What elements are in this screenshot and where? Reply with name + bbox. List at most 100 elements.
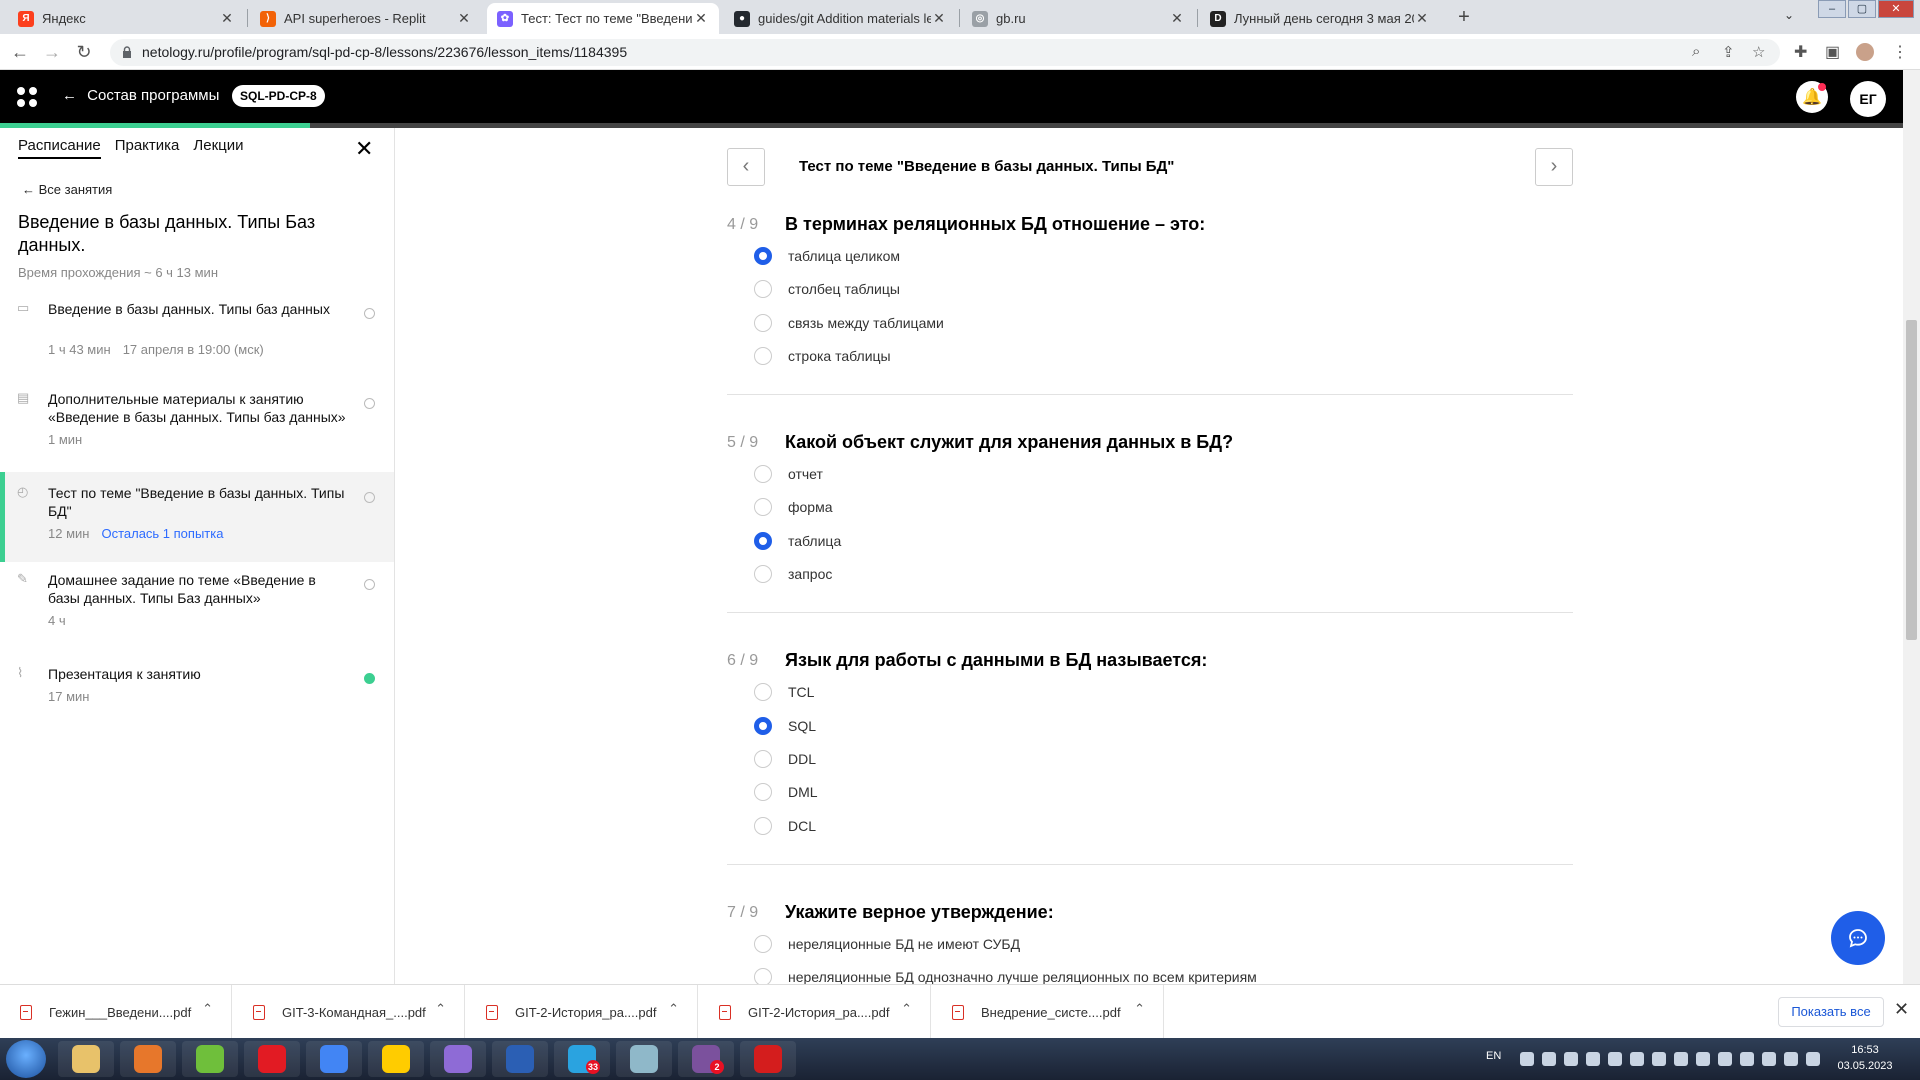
next-item-button[interactable]: › [1535,148,1573,186]
chevron-up-icon[interactable]: ⌃ [1134,1001,1145,1017]
notepad-taskbar-icon[interactable] [616,1041,672,1077]
all-lessons-link[interactable]: ← Все занятия [22,182,112,197]
download-item[interactable]: GIT-3-Командная_....pdf ⌃ [233,985,465,1039]
answer-option[interactable]: форма [754,497,833,517]
tab-schedule[interactable]: Расписание [18,137,101,159]
answer-option[interactable]: таблица [754,531,841,551]
explorer-taskbar-icon[interactable] [58,1041,114,1077]
lesson-item[interactable]: ⌇ Презентация к занятию 17 мин [0,653,394,713]
back-icon[interactable]: ← [8,40,32,64]
radio-button[interactable] [754,247,772,265]
tab-close-icon[interactable]: ✕ [456,10,472,27]
chevron-up-icon[interactable]: ⌃ [668,1001,679,1017]
system-tray-icon[interactable] [1806,1052,1820,1066]
answer-option[interactable]: связь между таблицами [754,313,944,333]
zoom-icon[interactable]: ⌕ [1692,43,1700,60]
system-tray-icon[interactable] [1564,1052,1578,1066]
chrome-taskbar-icon[interactable] [306,1041,362,1077]
show-all-downloads-button[interactable]: Показать все [1778,997,1884,1027]
browser-tab[interactable]: ● guides/git Addition materials les ✕ [724,3,957,34]
download-item[interactable]: GIT-2-История_ра....pdf ⌃ [466,985,698,1039]
lesson-item[interactable]: ◴ Тест по теме "Введение в базы данных. Т… [0,472,394,562]
system-tray-icon[interactable] [1674,1052,1688,1066]
reload-icon[interactable]: ↻ [72,40,96,64]
scrollbar-thumb[interactable] [1906,320,1917,640]
answer-option[interactable]: DML [754,782,818,802]
answer-option[interactable]: TCL [754,682,814,702]
chat-button[interactable] [1831,911,1885,965]
radio-button[interactable] [754,716,772,735]
tab-practice[interactable]: Практика [115,137,180,159]
menu-icon[interactable]: ⋮ [1892,42,1908,62]
system-tray-icon[interactable] [1630,1052,1644,1066]
back-to-program-link[interactable]: ← Состав программы [62,87,219,104]
tab-search-icon[interactable]: ⌄ [1778,8,1800,28]
answer-option[interactable]: строка таблицы [754,346,891,366]
radio-button[interactable] [754,749,772,768]
opera-taskbar-icon[interactable] [244,1041,300,1077]
acrobat-taskbar-icon[interactable] [740,1041,796,1077]
answer-option[interactable]: запрос [754,564,832,584]
close-downloads-icon[interactable]: ✕ [1894,999,1909,1020]
system-tray-icon[interactable] [1652,1052,1666,1066]
word-taskbar-icon[interactable] [492,1041,548,1077]
radio-button[interactable] [754,531,772,550]
forward-icon[interactable]: → [40,40,64,64]
prev-item-button[interactable]: ‹ [727,148,765,186]
game-taskbar-icon[interactable] [430,1041,486,1077]
radio-button[interactable] [754,346,772,365]
chevron-up-icon[interactable]: ⌃ [435,1001,446,1017]
address-bar[interactable]: netology.ru/profile/program/sql-pd-cp-8/… [110,39,1780,66]
viber-taskbar-icon[interactable]: 2 [678,1041,734,1077]
minimize-icon[interactable]: – [1818,0,1846,18]
netology-logo-icon[interactable] [17,87,37,107]
answer-option[interactable]: столбец таблицы [754,279,900,299]
new-tab-icon[interactable]: + [1452,6,1476,30]
radio-button[interactable] [754,816,772,835]
answer-option[interactable]: таблица целиком [754,246,900,266]
answer-option[interactable]: нереляционные БД не имеют СУБД [754,934,1020,954]
system-tray-icon[interactable] [1586,1052,1600,1066]
system-tray-icon[interactable] [1542,1052,1556,1066]
radio-button[interactable] [754,968,772,984]
radio-button[interactable] [754,280,772,299]
lesson-item[interactable]: ✎ Домашнее задание по теме «Введение в ба… [0,559,394,653]
radio-button[interactable] [754,465,772,484]
system-tray-icon[interactable] [1784,1052,1798,1066]
browser-tab[interactable]: ✿ Тест: Тест по теме "Введение в б✕ [487,3,719,34]
radio-button[interactable] [754,498,772,517]
system-tray-icon[interactable] [1696,1052,1710,1066]
notifications-button[interactable]: 🔔 [1796,81,1828,113]
download-item[interactable]: Гежин___Введени....pdf ⌃ [0,985,232,1039]
profile-icon[interactable] [1856,43,1874,61]
answer-option[interactable]: нереляционные БД однозначно лучше реляци… [754,967,1257,984]
radio-button[interactable] [754,934,772,953]
system-tray-icon[interactable] [1740,1052,1754,1066]
answer-option[interactable]: DCL [754,816,816,836]
system-clock[interactable]: 16:53 03.05.2023 [1830,1042,1900,1074]
utorrent-taskbar-icon[interactable] [182,1041,238,1077]
user-avatar[interactable]: ЕГ [1850,81,1886,117]
media-player-taskbar-icon[interactable] [120,1041,176,1077]
answer-option[interactable]: SQL [754,716,816,736]
lesson-item[interactable]: ▤ Дополнительные материалы к занятию «Вве… [0,378,394,472]
system-tray-icon[interactable] [1608,1052,1622,1066]
tab-close-icon[interactable]: ✕ [693,10,709,27]
system-tray-icon[interactable] [1718,1052,1732,1066]
tab-close-icon[interactable]: ✕ [1414,10,1430,27]
system-tray-icon[interactable] [1762,1052,1776,1066]
browser-tab[interactable]: D Лунный день сегодня 3 мая 202 ✕ [1200,3,1440,34]
page-scrollbar[interactable] [1903,70,1920,984]
radio-button[interactable] [754,565,772,584]
radio-button[interactable] [754,683,772,702]
tab-close-icon[interactable]: ✕ [931,10,947,27]
browser-tab[interactable]: ⟩ API superheroes - Replit ✕ [250,3,482,34]
language-indicator[interactable]: EN [1486,1050,1501,1062]
start-button[interactable] [6,1040,46,1078]
radio-button[interactable] [754,313,772,332]
side-panel-icon[interactable]: ▣ [1825,42,1840,62]
chevron-up-icon[interactable]: ⌃ [202,1001,213,1017]
download-item[interactable]: GIT-2-История_ра....pdf ⌃ [699,985,931,1039]
browser-tab[interactable]: ◎ gb.ru ✕ [962,3,1195,34]
answer-option[interactable]: DDL [754,749,816,769]
